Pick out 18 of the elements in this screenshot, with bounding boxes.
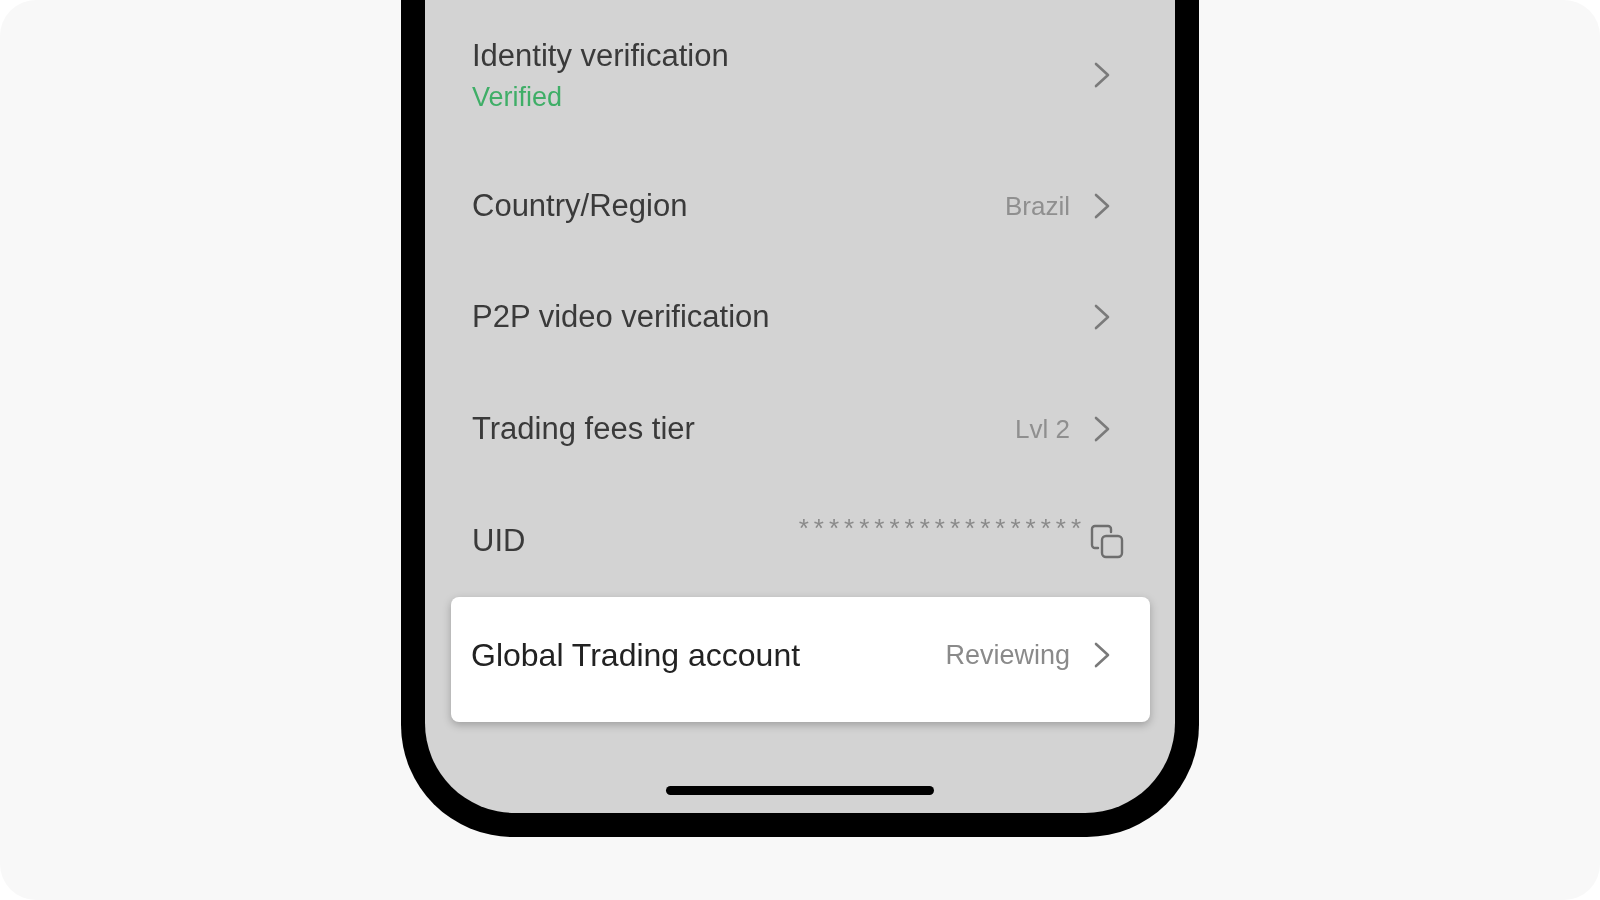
- setting-label: Global Trading account: [471, 636, 801, 675]
- setting-value: Brazil: [1005, 189, 1070, 222]
- chevron-right-icon[interactable]: [1094, 192, 1110, 219]
- setting-value: Lvl 2: [1015, 413, 1070, 445]
- highlighted-row-card[interactable]: Global Trading account Reviewing: [451, 597, 1150, 722]
- setting-label: Trading fees tier: [472, 410, 695, 448]
- status-text: Reviewing: [945, 639, 1070, 672]
- chevron-right-icon[interactable]: [1094, 304, 1110, 330]
- masked-uid: *******************: [798, 514, 1086, 542]
- setting-label: P2P video verification: [472, 298, 770, 336]
- setting-label: Identity verification: [472, 37, 729, 75]
- chevron-right-icon[interactable]: [1094, 62, 1110, 88]
- chevron-right-icon[interactable]: [1094, 642, 1110, 668]
- setting-label: UID: [472, 522, 526, 560]
- copy-icon[interactable]: [1090, 523, 1124, 559]
- chevron-right-icon[interactable]: [1094, 416, 1110, 442]
- setting-label: Country/Region: [472, 186, 688, 225]
- status-text: Verified: [472, 81, 564, 114]
